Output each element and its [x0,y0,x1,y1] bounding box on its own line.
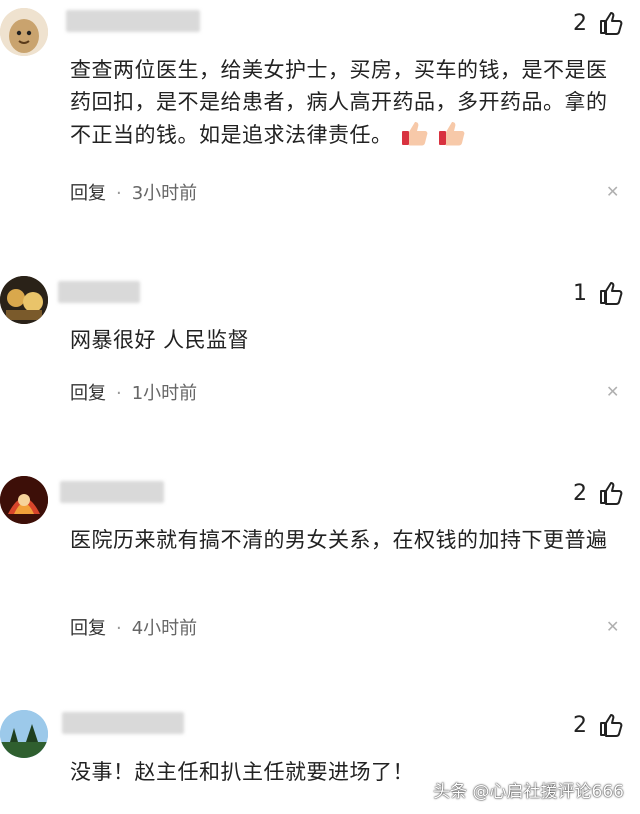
comment-time: 1小时前 [131,383,198,404]
reply-button[interactable]: 回复 [70,618,106,639]
thumbs-up-icon[interactable] [598,280,624,306]
comment-time: 3小时前 [131,183,198,204]
avatar[interactable] [0,476,48,524]
avatar[interactable] [0,276,48,324]
avatar[interactable] [0,8,48,56]
thumbs-up-icon[interactable] [598,10,624,36]
comment-text: 网暴很好 人民监督 [70,328,250,352]
avatar[interactable] [0,710,48,758]
username-redacted [58,281,140,303]
username-redacted [66,10,200,32]
comment-meta: 回复 · 3小时前 [70,183,198,204]
close-icon[interactable]: ✕ [606,182,619,201]
like-count: 2 [573,11,587,36]
username-redacted [60,481,164,503]
reply-button[interactable]: 回复 [70,383,106,404]
watermark: 头条 @心启社援评论666 [433,782,624,802]
thumbs-up-icon[interactable] [598,480,624,506]
reply-button[interactable]: 回复 [70,183,106,204]
comment-text: 查查两位医生，给美女护士，买房，买车的钱，是不是医药回扣，是不是给患者，病人高开… [70,54,620,157]
like-count: 1 [573,281,587,306]
username-redacted [62,712,184,734]
thumbs-up-emoji-icon [400,118,467,157]
like-count: 2 [573,481,587,506]
comment-meta: 回复 · 4小时前 [70,618,198,639]
like-count: 2 [573,713,587,738]
comment-text: 医院历来就有搞不清的男女关系，在权钱的加持下更普遍 [70,528,608,552]
close-icon[interactable]: ✕ [606,617,619,636]
comment-meta: 回复 · 1小时前 [70,383,198,404]
close-icon[interactable]: ✕ [606,382,619,401]
thumbs-up-icon[interactable] [598,712,624,738]
comment-time: 4小时前 [131,618,198,639]
